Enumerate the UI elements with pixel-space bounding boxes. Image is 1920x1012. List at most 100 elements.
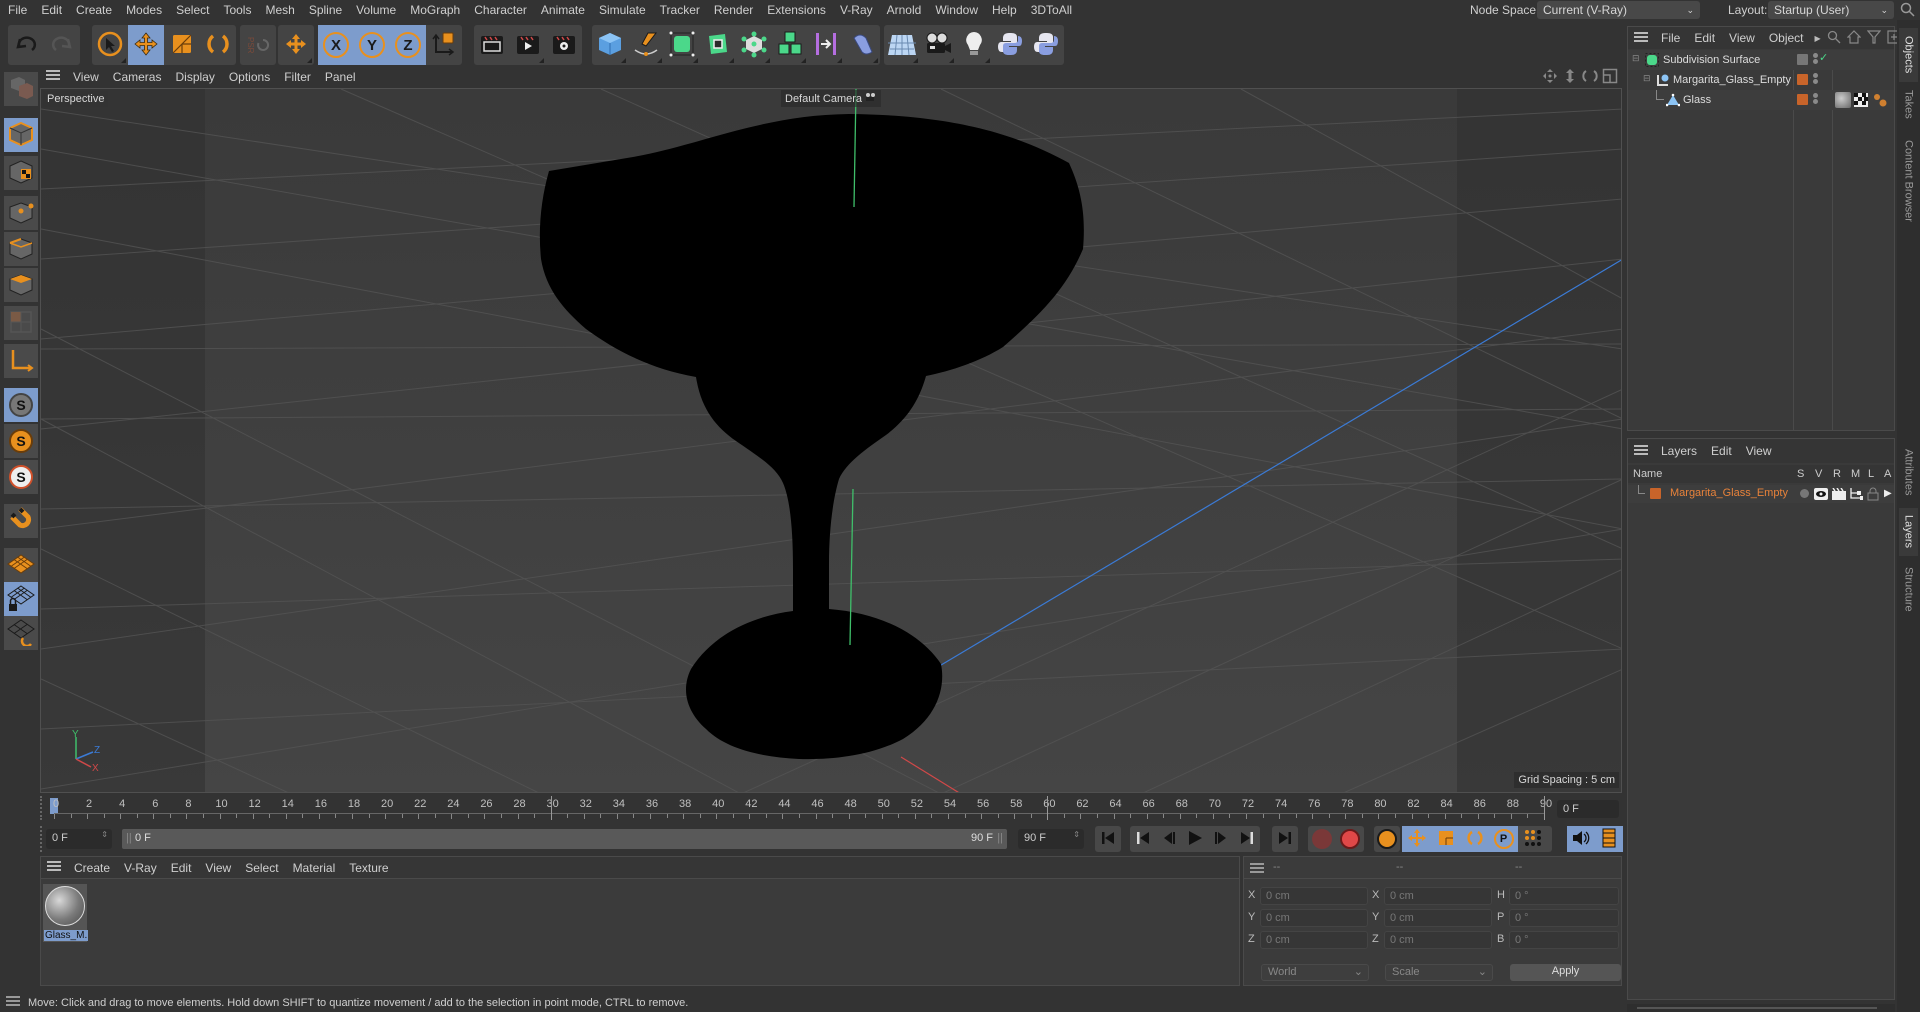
- layer-color-swatch[interactable]: [1797, 94, 1808, 105]
- coord-value-field[interactable]: 0 °: [1509, 931, 1619, 949]
- menu-window[interactable]: Window: [928, 3, 985, 17]
- render-clapper-icon[interactable]: [1832, 487, 1846, 503]
- layers-menu-icon[interactable]: [1628, 444, 1654, 459]
- viewport-perspective[interactable]: Perspective Default Camera Grid Spacing …: [40, 88, 1622, 793]
- menu-animate[interactable]: Animate: [534, 3, 592, 17]
- menu-modes[interactable]: Modes: [119, 3, 169, 17]
- mograph-button[interactable]: [772, 25, 808, 65]
- column-locked[interactable]: L: [1868, 468, 1874, 480]
- floor-button[interactable]: [884, 25, 920, 65]
- coord-value-field[interactable]: 0 cm: [1384, 909, 1492, 927]
- menu-vray[interactable]: V-Ray: [833, 3, 880, 17]
- menu-3dtoall[interactable]: 3DToAll: [1024, 3, 1079, 17]
- psr-button[interactable]: PSR: [240, 25, 276, 65]
- scale-button[interactable]: [164, 25, 200, 65]
- right-panel-scrollbar[interactable]: [1627, 1004, 1895, 1012]
- phong-tag-icon[interactable]: [1872, 92, 1888, 111]
- coord-menu-icon[interactable]: [1250, 862, 1264, 877]
- next-key-button[interactable]: [1234, 826, 1260, 852]
- cloner-button[interactable]: [736, 25, 772, 65]
- layout-dropdown[interactable]: Startup (User) ⌄: [1768, 1, 1894, 19]
- x-axis-button[interactable]: X: [318, 25, 354, 65]
- uv-mode-button[interactable]: [4, 306, 38, 340]
- point-mode-button[interactable]: [4, 196, 38, 230]
- solo-hierarchy-button[interactable]: S: [4, 424, 38, 458]
- workplane-button[interactable]: [4, 548, 38, 582]
- tab-content-browser[interactable]: Content Browser: [1899, 126, 1918, 236]
- play-button[interactable]: [1182, 826, 1208, 852]
- layer-color-swatch[interactable]: [1797, 74, 1808, 85]
- menu-extensions[interactable]: Extensions: [760, 3, 833, 17]
- object-row-subdivision-surface[interactable]: ⊟ Subdivision Surface ✓: [1628, 50, 1894, 70]
- material-menu-select[interactable]: Select: [238, 861, 285, 875]
- menu-volume[interactable]: Volume: [349, 3, 403, 17]
- material-menu-material[interactable]: Material: [286, 861, 343, 875]
- go-to-end-button[interactable]: [1272, 826, 1298, 852]
- subdivision-surface-button[interactable]: [664, 25, 700, 65]
- rotate-button[interactable]: [200, 25, 236, 65]
- frame-range-slider[interactable]: || 0 F 90 F ||: [122, 829, 1007, 849]
- tab-structure[interactable]: Structure: [1899, 560, 1918, 618]
- solo-toggle-icon[interactable]: [1800, 489, 1809, 498]
- material-menu-texture[interactable]: Texture: [342, 861, 395, 875]
- solo-selection-button[interactable]: S: [4, 460, 38, 494]
- coord-value-field[interactable]: 0 cm: [1260, 909, 1368, 927]
- timeline-ruler[interactable]: 0 2 4 6 8 10 12 14 16 18 20 22 24 26 28 30 32 34 36 38 40 42 4…: [40, 796, 1622, 820]
- live-selection-button[interactable]: [92, 25, 128, 65]
- auto-key-button[interactable]: [1336, 826, 1364, 852]
- viewport-pan-icon[interactable]: [1542, 68, 1558, 87]
- object-row-margarita-glass-empty[interactable]: ⊟ Margarita_Glass_Empty: [1628, 70, 1894, 90]
- pen-button[interactable]: [628, 25, 664, 65]
- material-menu-vray[interactable]: V-Ray: [117, 861, 164, 875]
- menu-render[interactable]: Render: [707, 3, 760, 17]
- polygon-mode-button[interactable]: [4, 268, 38, 302]
- field-button[interactable]: [844, 25, 880, 65]
- collapse-icon[interactable]: ⊟: [1632, 53, 1640, 64]
- coord-value-field[interactable]: 0 cm: [1260, 887, 1368, 905]
- current-frame-field[interactable]: 0 F: [1557, 800, 1619, 818]
- viewport-rotate-icon[interactable]: [1582, 68, 1598, 87]
- coord-system-dropdown[interactable]: World ⌄: [1261, 964, 1369, 981]
- column-solo[interactable]: S: [1797, 468, 1804, 480]
- start-frame-field[interactable]: 0 F ⇕: [46, 829, 112, 849]
- extrude-button[interactable]: [700, 25, 736, 65]
- axis-mode-button[interactable]: [4, 344, 38, 378]
- sound-button[interactable]: [1567, 826, 1595, 852]
- coord-value-field[interactable]: 0 °: [1509, 909, 1619, 927]
- key-settings-button[interactable]: [1374, 826, 1400, 852]
- workplane-align-button[interactable]: [4, 616, 38, 650]
- layer-color-swatch[interactable]: [1797, 54, 1808, 65]
- z-axis-button[interactable]: Z: [390, 25, 426, 65]
- material-menu-create[interactable]: Create: [67, 861, 117, 875]
- status-menu-icon[interactable]: [0, 995, 28, 1010]
- render-view-button[interactable]: [474, 25, 510, 65]
- edge-mode-button[interactable]: [4, 232, 38, 266]
- material-menu-edit[interactable]: Edit: [164, 861, 199, 875]
- menu-spline[interactable]: Spline: [302, 3, 349, 17]
- material-swatch[interactable]: Glass_M.: [43, 884, 89, 942]
- redo-button[interactable]: [44, 25, 80, 65]
- layer-row[interactable]: Margarita_Glass_Empty ▶: [1628, 485, 1894, 503]
- coord-value-field[interactable]: 0 cm: [1260, 931, 1368, 949]
- y-axis-button[interactable]: Y: [354, 25, 390, 65]
- hierarchy-icon[interactable]: [1849, 488, 1863, 503]
- object-row-glass[interactable]: Glass: [1628, 90, 1894, 110]
- enabled-check-icon[interactable]: ✓: [1819, 51, 1828, 64]
- tab-takes[interactable]: Takes: [1899, 84, 1918, 124]
- column-manager[interactable]: M: [1851, 468, 1860, 480]
- menu-mograph[interactable]: MoGraph: [403, 3, 467, 17]
- layers-menu-layers[interactable]: Layers: [1654, 444, 1704, 458]
- key-position-button[interactable]: [1402, 826, 1431, 852]
- coordinate-system-button[interactable]: [426, 25, 462, 65]
- undo-button[interactable]: [8, 25, 44, 65]
- visibility-dots[interactable]: [1813, 52, 1818, 65]
- tab-layers[interactable]: Layers: [1899, 508, 1918, 556]
- object-mode-button[interactable]: [4, 118, 38, 152]
- menu-mesh[interactable]: Mesh: [258, 3, 301, 17]
- tab-objects[interactable]: Objects: [1899, 28, 1918, 82]
- tweak-move-button[interactable]: [278, 25, 314, 65]
- texture-mode-button[interactable]: [4, 156, 38, 190]
- python-button[interactable]: [992, 25, 1028, 65]
- locked-workplane-button[interactable]: [4, 582, 38, 616]
- material-menu-icon[interactable]: [41, 860, 67, 875]
